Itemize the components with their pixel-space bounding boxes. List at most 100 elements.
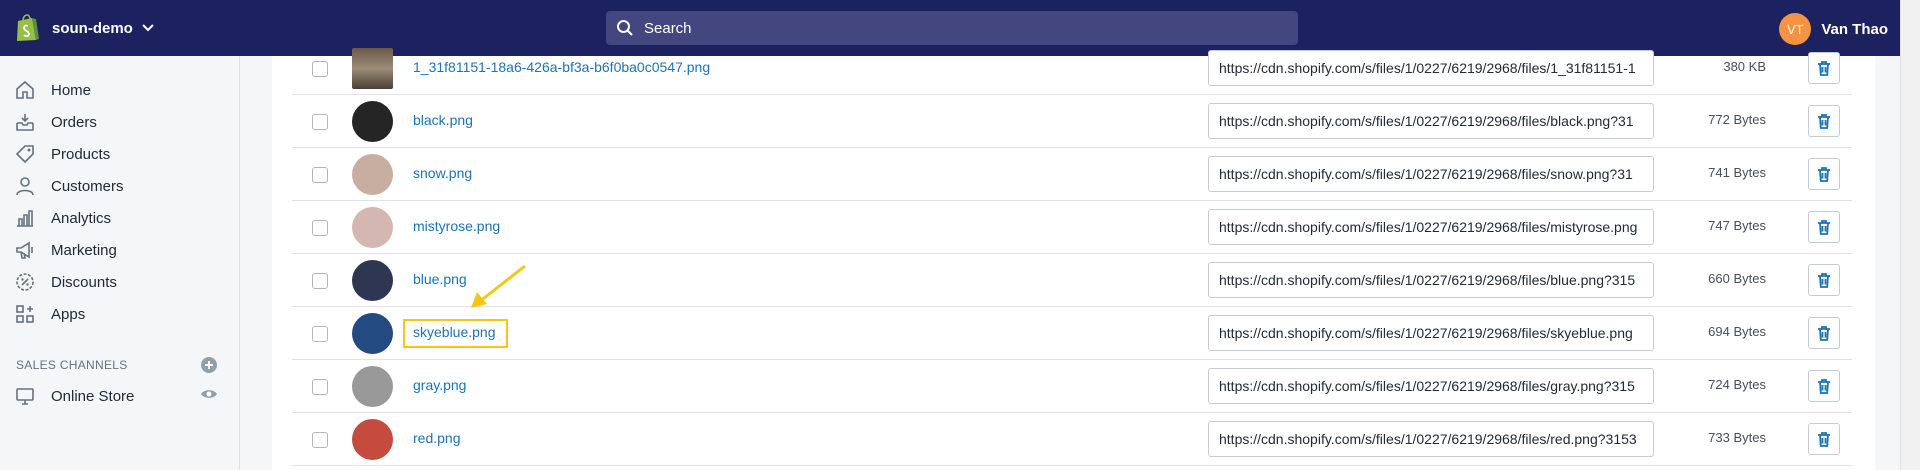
row-checkbox[interactable] xyxy=(312,379,328,395)
file-thumbnail xyxy=(352,260,393,301)
trash-icon xyxy=(1818,167,1830,182)
trash-icon xyxy=(1818,273,1830,288)
add-channel-icon[interactable] xyxy=(200,356,218,374)
delete-button[interactable] xyxy=(1808,264,1840,296)
delete-button[interactable] xyxy=(1808,52,1840,84)
apps-icon xyxy=(16,305,34,323)
row-checkbox[interactable] xyxy=(312,432,328,448)
home-icon xyxy=(16,80,34,99)
sidebar-item-label: Analytics xyxy=(51,209,112,227)
file-url-field[interactable]: https://cdn.shopify.com/s/files/1/0227/6… xyxy=(1208,103,1654,139)
sidebar-item-home[interactable]: Home xyxy=(14,78,91,102)
file-size: 741 Bytes xyxy=(1708,165,1766,180)
delete-button[interactable] xyxy=(1808,370,1840,402)
orders-icon xyxy=(16,114,34,131)
table-row: mistyrose.png https://cdn.shopify.com/s/… xyxy=(292,201,1852,254)
store-name: soun-demo xyxy=(52,19,133,37)
search-icon xyxy=(617,20,633,36)
file-size: 772 Bytes xyxy=(1708,112,1766,127)
sidebar-item-online-store[interactable]: Online Store xyxy=(14,384,134,408)
file-url-field[interactable]: https://cdn.shopify.com/s/files/1/0227/6… xyxy=(1208,50,1654,86)
person-icon xyxy=(16,177,34,196)
file-thumbnail xyxy=(352,101,393,142)
user-menu[interactable]: VT Van Thao xyxy=(1779,13,1888,45)
sidebar-item-label: Marketing xyxy=(51,241,117,259)
sidebar-item-label: Products xyxy=(51,145,111,163)
trash-icon xyxy=(1818,61,1830,76)
eye-icon[interactable] xyxy=(200,385,218,403)
file-name-link[interactable]: red.png xyxy=(413,430,460,446)
row-checkbox[interactable] xyxy=(312,220,328,236)
user-name: Van Thao xyxy=(1821,20,1888,38)
file-url-field[interactable]: https://cdn.shopify.com/s/files/1/0227/6… xyxy=(1208,421,1654,457)
file-name-link[interactable]: black.png xyxy=(413,112,473,128)
sidebar-item-label: Home xyxy=(51,81,92,99)
delete-button[interactable] xyxy=(1808,158,1840,190)
sidebar-item-analytics[interactable]: Analytics xyxy=(14,206,111,230)
sidebar-item-customers[interactable]: Customers xyxy=(14,174,124,198)
sidebar-item-discounts[interactable]: Discounts xyxy=(14,270,117,294)
file-size: 733 Bytes xyxy=(1708,430,1766,445)
file-size: 724 Bytes xyxy=(1708,377,1766,392)
file-url-field[interactable]: https://cdn.shopify.com/s/files/1/0227/6… xyxy=(1208,262,1654,298)
file-thumbnail xyxy=(352,419,393,460)
row-checkbox[interactable] xyxy=(312,61,328,77)
row-checkbox[interactable] xyxy=(312,273,328,289)
trash-icon xyxy=(1818,432,1830,447)
megaphone-icon xyxy=(16,241,33,259)
file-name-link[interactable]: snow.png xyxy=(413,165,472,181)
sidebar-item-orders[interactable]: Orders xyxy=(14,110,97,134)
sales-channels-title: SALES CHANNELS xyxy=(16,358,128,372)
table-row: snow.png https://cdn.shopify.com/s/files… xyxy=(292,148,1852,201)
file-url-field[interactable]: https://cdn.shopify.com/s/files/1/0227/6… xyxy=(1208,209,1654,245)
trash-icon xyxy=(1818,379,1830,394)
store-switcher[interactable]: soun-demo xyxy=(14,13,155,43)
avatar: VT xyxy=(1779,13,1812,45)
sidebar-item-label: Discounts xyxy=(51,273,117,291)
delete-button[interactable] xyxy=(1808,317,1840,349)
table-row: gray.png https://cdn.shopify.com/s/files… xyxy=(292,360,1852,413)
sidebar-item-products[interactable]: Products xyxy=(14,142,110,166)
trash-icon xyxy=(1818,326,1830,341)
row-checkbox[interactable] xyxy=(312,114,328,130)
highlight-box xyxy=(403,319,508,348)
delete-button[interactable] xyxy=(1808,105,1840,137)
search-input[interactable]: Search xyxy=(606,11,1298,45)
row-checkbox[interactable] xyxy=(312,167,328,183)
store-icon xyxy=(16,388,34,405)
file-size: 660 Bytes xyxy=(1708,271,1766,286)
file-name-link[interactable]: 1_31f81151-18a6-426a-bf3a-b6f0ba0c0547.p… xyxy=(413,59,710,75)
scrollbar[interactable] xyxy=(1900,0,1920,470)
file-name-link[interactable]: blue.png xyxy=(413,271,467,287)
shopify-logo-icon xyxy=(17,14,39,41)
trash-icon xyxy=(1818,220,1830,235)
file-size: 380 KB xyxy=(1723,59,1766,74)
bar-chart-icon xyxy=(17,210,33,227)
file-thumbnail xyxy=(352,48,393,89)
sidebar-item-apps[interactable]: Apps xyxy=(14,302,85,326)
sidebar: Home Orders Products Customers Analytics… xyxy=(0,56,240,470)
sidebar-item-marketing[interactable]: Marketing xyxy=(14,238,117,262)
file-url-field[interactable]: https://cdn.shopify.com/s/files/1/0227/6… xyxy=(1208,156,1654,192)
file-thumbnail xyxy=(352,207,393,248)
delete-button[interactable] xyxy=(1808,423,1840,455)
delete-button[interactable] xyxy=(1808,211,1840,243)
file-name-link[interactable]: mistyrose.png xyxy=(413,218,500,234)
discount-icon xyxy=(16,273,34,291)
table-row: black.png https://cdn.shopify.com/s/file… xyxy=(292,95,1852,148)
file-name-link[interactable]: gray.png xyxy=(413,377,466,393)
tag-icon xyxy=(15,145,34,164)
arrow-annotation-icon xyxy=(471,264,526,308)
sidebar-item-label: Apps xyxy=(51,305,86,323)
file-url-field[interactable]: https://cdn.shopify.com/s/files/1/0227/6… xyxy=(1208,368,1654,404)
file-url-field[interactable]: https://cdn.shopify.com/s/files/1/0227/6… xyxy=(1208,315,1654,351)
table-row: red.png https://cdn.shopify.com/s/files/… xyxy=(292,413,1852,466)
sidebar-item-label: Orders xyxy=(51,113,97,131)
file-thumbnail xyxy=(352,154,393,195)
row-checkbox[interactable] xyxy=(312,326,328,342)
sidebar-item-label: Online Store xyxy=(51,387,135,405)
file-size: 747 Bytes xyxy=(1708,218,1766,233)
sidebar-item-label: Customers xyxy=(51,177,124,195)
trash-icon xyxy=(1818,114,1830,129)
search-placeholder: Search xyxy=(644,19,692,37)
